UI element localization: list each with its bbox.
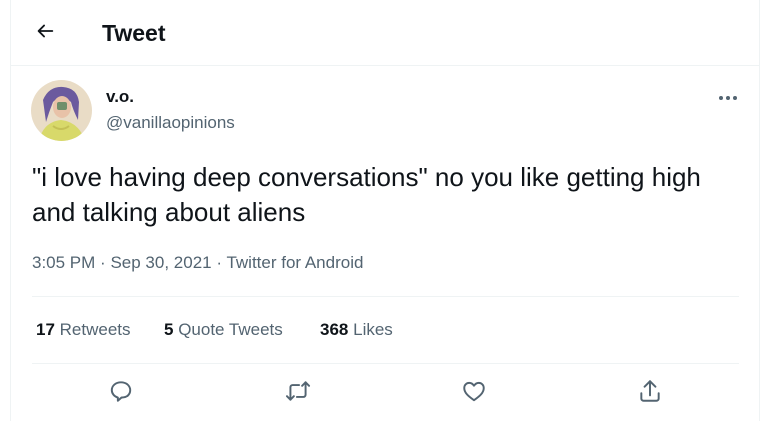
reply-button[interactable] [104,376,138,410]
back-button[interactable] [27,15,63,51]
author-display-name[interactable]: v.o. [106,87,134,107]
tweet-source[interactable]: Twitter for Android [226,253,363,272]
tweet-text: "i love having deep conversations" no yo… [32,162,701,227]
tweet-date[interactable]: Sep 30, 2021 [110,253,211,272]
quote-tweets-stat[interactable]: 5 Quote Tweets [164,320,283,340]
meta-separator: · [100,253,106,272]
page-title: Tweet [102,20,166,46]
retweets-label: Retweets [59,320,131,339]
divider [32,296,739,297]
quote-tweets-count: 5 [164,320,174,339]
like-button[interactable] [457,376,491,410]
author-handle[interactable]: @vanillaopinions [106,113,235,133]
retweet-button[interactable] [281,376,315,410]
quote-tweets-label: Quote Tweets [178,320,283,339]
meta-separator: · [216,253,223,272]
like-heart-icon [461,378,487,409]
share-button[interactable] [633,376,667,410]
divider [32,363,739,364]
arrow-left-icon [34,20,56,47]
likes-count: 368 [320,320,349,339]
tweet-detail-column: Tweet v.o. @vanillaopinions "i love havi… [10,0,760,421]
retweets-count: 17 [36,320,55,339]
tweet-time[interactable]: 3:05 PM [32,253,95,272]
avatar[interactable] [31,80,92,141]
retweets-stat[interactable]: 17 Retweets [36,320,131,340]
reply-icon [108,378,134,409]
more-options-button[interactable] [713,84,743,110]
likes-label: Likes [353,320,393,339]
page-header: Tweet [11,0,759,66]
tweet-meta: 3:05 PM · Sep 30, 2021 · Twitter for And… [32,253,363,273]
share-icon [637,378,663,409]
retweet-icon [285,378,311,409]
likes-stat[interactable]: 368 Likes [320,320,393,340]
more-horizontal-icon [718,88,738,106]
